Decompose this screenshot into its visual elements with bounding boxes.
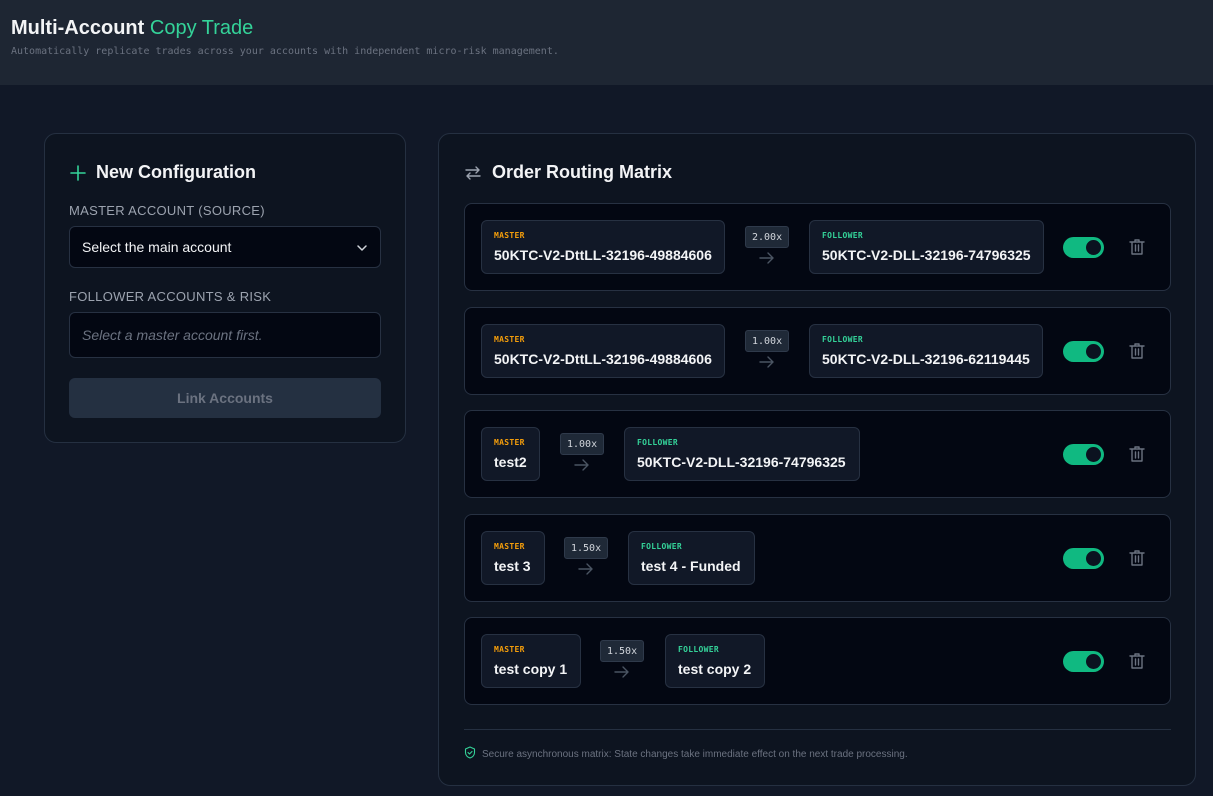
follower-accounts-field: Select a master account first. xyxy=(69,312,381,358)
follower-account-card: FOLLOWER 50KTC-V2-DLL-32196-74796325 xyxy=(809,220,1044,274)
arrow-right-icon xyxy=(759,251,775,269)
master-account-card: MASTER 50KTC-V2-DttLL-32196-49884606 xyxy=(481,324,725,378)
route-row: MASTER 50KTC-V2-DttLL-32196-49884606 2.0… xyxy=(464,203,1171,291)
risk-multiplier-badge: 2.00x xyxy=(745,226,790,248)
follower-account-card: FOLLOWER test copy 2 xyxy=(665,634,765,688)
trash-icon[interactable] xyxy=(1128,342,1146,365)
master-role-label: MASTER xyxy=(494,231,525,240)
follower-role-label: FOLLOWER xyxy=(641,542,682,551)
route-enabled-toggle[interactable] xyxy=(1063,444,1104,465)
master-account-name: test2 xyxy=(494,454,527,470)
route-row: MASTER test2 1.00x FOLLOWER 50KTC-V2-DLL… xyxy=(464,410,1171,498)
master-account-select[interactable]: Select the main account xyxy=(69,226,381,268)
master-role-label: MASTER xyxy=(494,438,525,447)
master-account-card: MASTER test 3 xyxy=(481,531,545,585)
follower-account-name: 50KTC-V2-DLL-32196-62119445 xyxy=(822,351,1030,367)
swap-arrows-icon xyxy=(464,165,482,181)
toggle-knob xyxy=(1086,654,1101,669)
page-title: Multi-Account Copy Trade xyxy=(11,17,253,40)
order-routing-matrix-panel: Order Routing Matrix MASTER 50KTC-V2-Dtt… xyxy=(438,133,1196,786)
title-main: Multi-Account xyxy=(11,17,145,39)
risk-multiplier-badge: 1.50x xyxy=(600,640,645,662)
master-account-name: test 3 xyxy=(494,558,531,574)
arrow-right-icon xyxy=(578,562,594,580)
master-role-label: MASTER xyxy=(494,542,525,551)
follower-role-label: FOLLOWER xyxy=(637,438,678,447)
follower-account-name: 50KTC-V2-DLL-32196-74796325 xyxy=(822,247,1031,263)
toggle-knob xyxy=(1086,551,1101,566)
follower-account-card: FOLLOWER 50KTC-V2-DLL-32196-74796325 xyxy=(624,427,860,481)
route-enabled-toggle[interactable] xyxy=(1063,548,1104,569)
master-account-name: 50KTC-V2-DttLL-32196-49884606 xyxy=(494,247,712,263)
follower-account-name: test copy 2 xyxy=(678,661,752,677)
follower-account-name: 50KTC-V2-DLL-32196-74796325 xyxy=(637,454,846,470)
risk-multiplier-badge: 1.00x xyxy=(745,330,790,352)
arrow-right-icon xyxy=(574,458,590,476)
master-account-card: MASTER test copy 1 xyxy=(481,634,581,688)
master-account-name: test copy 1 xyxy=(494,661,568,677)
route-enabled-toggle[interactable] xyxy=(1063,237,1104,258)
security-footnote-text: Secure asynchronous matrix: State change… xyxy=(482,748,908,760)
master-account-select-value: Select the main account xyxy=(82,239,232,255)
master-account-card: MASTER 50KTC-V2-DttLL-32196-49884606 xyxy=(481,220,725,274)
shield-check-icon xyxy=(464,746,476,762)
master-account-name: 50KTC-V2-DttLL-32196-49884606 xyxy=(494,351,712,367)
arrow-right-icon xyxy=(759,355,775,373)
follower-account-card: FOLLOWER 50KTC-V2-DLL-32196-62119445 xyxy=(809,324,1043,378)
title-accent: Copy Trade xyxy=(149,17,254,39)
master-account-card: MASTER test2 xyxy=(481,427,540,481)
page-subtitle: Automatically replicate trades across yo… xyxy=(11,46,559,57)
route-row: MASTER test 3 1.50x FOLLOWER test 4 - Fu… xyxy=(464,514,1171,602)
follower-accounts-placeholder: Select a master account first. xyxy=(82,327,263,343)
follower-role-label: FOLLOWER xyxy=(678,645,719,654)
order-routing-title: Order Routing Matrix xyxy=(492,162,673,182)
security-footnote: Secure asynchronous matrix: State change… xyxy=(464,746,908,762)
route-enabled-toggle[interactable] xyxy=(1063,651,1104,672)
page-header: Multi-Account Copy Trade Automatically r… xyxy=(0,0,1213,85)
follower-account-card: FOLLOWER test 4 - Funded xyxy=(628,531,755,585)
toggle-knob xyxy=(1086,344,1101,359)
toggle-knob xyxy=(1086,447,1101,462)
follower-accounts-label: FOLLOWER ACCOUNTS & RISK xyxy=(69,289,272,304)
route-enabled-toggle[interactable] xyxy=(1063,341,1104,362)
trash-icon[interactable] xyxy=(1128,238,1146,261)
risk-multiplier-badge: 1.00x xyxy=(560,433,605,455)
order-routing-heading: Order Routing Matrix xyxy=(464,162,672,183)
trash-icon[interactable] xyxy=(1128,549,1146,572)
route-row: MASTER test copy 1 1.50x FOLLOWER test c… xyxy=(464,617,1171,705)
toggle-knob xyxy=(1086,240,1101,255)
follower-account-name: test 4 - Funded xyxy=(641,558,741,574)
follower-role-label: FOLLOWER xyxy=(822,231,863,240)
chevron-down-icon xyxy=(356,241,368,257)
new-configuration-heading: New Configuration xyxy=(70,162,256,183)
plus-icon xyxy=(70,164,86,181)
master-role-label: MASTER xyxy=(494,645,525,654)
master-role-label: MASTER xyxy=(494,335,525,344)
new-configuration-title: New Configuration xyxy=(96,162,256,182)
divider xyxy=(464,729,1171,730)
trash-icon[interactable] xyxy=(1128,652,1146,675)
master-account-label: MASTER ACCOUNT (SOURCE) xyxy=(69,203,265,218)
arrow-right-icon xyxy=(614,665,630,683)
follower-role-label: FOLLOWER xyxy=(822,335,863,344)
link-accounts-button[interactable]: Link Accounts xyxy=(69,378,381,418)
route-row: MASTER 50KTC-V2-DttLL-32196-49884606 1.0… xyxy=(464,307,1171,395)
new-configuration-panel: New Configuration MASTER ACCOUNT (SOURCE… xyxy=(44,133,406,443)
risk-multiplier-badge: 1.50x xyxy=(564,537,609,559)
trash-icon[interactable] xyxy=(1128,445,1146,468)
